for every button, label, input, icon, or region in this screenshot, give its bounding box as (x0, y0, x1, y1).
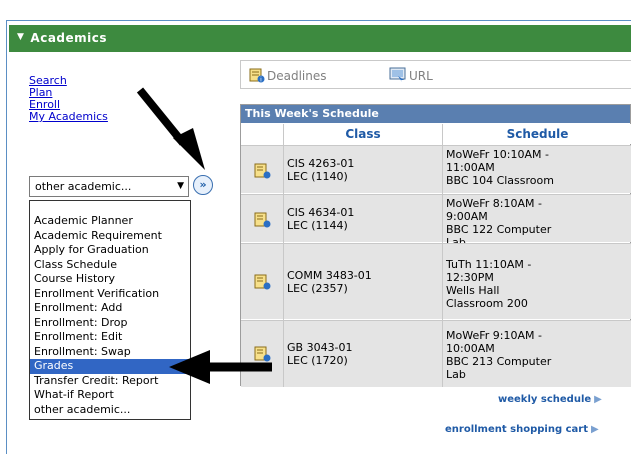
option-enrollment-verification[interactable]: Enrollment Verification (30, 287, 190, 302)
select-value: other academic... (35, 180, 132, 193)
deadlines-icon: i (249, 67, 265, 86)
class-section: LEC (2357) (287, 281, 348, 295)
class-cell: COMM 3483-01 LEC (2357) (284, 244, 442, 319)
schedule-location: BBC 104 Classroom (446, 174, 554, 187)
class-details-icon (254, 346, 271, 362)
schedule-cell: MoWeFr 9:10AM - 10:00AM BBC 213 Computer… (443, 321, 631, 387)
schedule-end-time: 11:00AM (446, 161, 495, 174)
class-details-button[interactable] (241, 244, 283, 319)
table-row: CIS 4263-01 LEC (1140) MoWeFr 10:10AM - … (241, 145, 631, 193)
class-details-icon (254, 274, 271, 290)
other-academic-select[interactable]: other academic... ▼ (29, 176, 189, 197)
class-details-button[interactable] (241, 321, 283, 387)
class-details-icon (254, 212, 271, 228)
academic-links: Search Plan Enroll My Academics (29, 75, 108, 123)
my-academics-link[interactable]: My Academics (29, 111, 108, 123)
weekly-schedule-table: This Week's Schedule Class Schedule CIS … (240, 104, 631, 387)
option-other-academic[interactable]: other academic... (30, 403, 190, 418)
enrollment-shopping-cart-link[interactable]: enrollment shopping cart ▶ (445, 424, 599, 435)
schedule-days-time: MoWeFr 9:10AM - (446, 329, 542, 342)
option-enrollment-edit[interactable]: Enrollment: Edit (30, 330, 190, 345)
class-details-icon (254, 163, 271, 179)
option-class-schedule[interactable]: Class Schedule (30, 258, 190, 273)
class-code: CIS 4634-01 (287, 205, 355, 219)
enrollment-cart-label: enrollment shopping cart (445, 424, 588, 435)
url-icon (389, 67, 407, 86)
option-academic-planner[interactable]: Academic Planner (30, 214, 190, 229)
schedule-days-time: TuTh 11:10AM - (446, 258, 532, 271)
dropdown-arrow-icon[interactable]: ▼ (177, 177, 184, 196)
header-title: Academics (30, 31, 108, 45)
schedule-cell: MoWeFr 10:10AM - 11:00AM BBC 104 Classro… (443, 146, 631, 193)
schedule-location-2: Lab (446, 368, 466, 381)
column-divider (283, 124, 284, 387)
schedule-location-2: Classroom 200 (446, 297, 528, 310)
class-details-button[interactable] (241, 195, 283, 242)
class-section: LEC (1140) (287, 169, 348, 183)
option-apply-for-graduation[interactable]: Apply for Graduation (30, 243, 190, 258)
go-button[interactable]: » (193, 175, 213, 195)
url-label: URL (409, 69, 433, 83)
schedule-end-time: 10:00AM (446, 342, 495, 355)
schedule-days-time: MoWeFr 10:10AM - (446, 148, 549, 161)
class-details-button[interactable] (241, 146, 283, 193)
option-enrollment-swap[interactable]: Enrollment: Swap (30, 345, 190, 360)
academic-options-list[interactable]: Academic Planner Academic Requirement Ap… (29, 200, 191, 420)
option-enrollment-add[interactable]: Enrollment: Add (30, 301, 190, 316)
schedule-cell: TuTh 11:10AM - 12:30PM Wells Hall Classr… (443, 244, 631, 319)
class-code: COMM 3483-01 (287, 268, 372, 282)
collapse-triangle-icon[interactable]: ▼ (17, 32, 24, 42)
deadlines-button[interactable]: i Deadlines (249, 67, 327, 86)
schedule-location: Wells Hall (446, 284, 500, 297)
schedule-end-time: 9:00AM (446, 210, 488, 223)
table-row: GB 3043-01 LEC (1720) MoWeFr 9:10AM - 10… (241, 320, 631, 387)
class-code: GB 3043-01 (287, 341, 353, 354)
table-row: CIS 4634-01 LEC (1144) MoWeFr 8:10AM - 9… (241, 194, 631, 249)
option-grades[interactable]: Grades (30, 359, 190, 374)
schedule-cell: MoWeFr 8:10AM - 9:00AM BBC 122 Computer … (443, 195, 631, 249)
double-chevron-right-icon: » (199, 178, 207, 191)
toolbar: i Deadlines URL (240, 60, 631, 89)
academics-header[interactable]: ▼ Academics (9, 25, 631, 52)
option-academic-requirement[interactable]: Academic Requirement (30, 229, 190, 244)
schedule-location: BBC 122 Computer (446, 223, 552, 236)
deadlines-label: Deadlines (267, 69, 327, 83)
class-cell: CIS 4263-01 LEC (1140) (284, 146, 442, 193)
weekly-schedule-link[interactable]: weekly schedule ▶ (498, 394, 602, 405)
url-button[interactable]: URL (389, 67, 433, 86)
weekly-schedule-label: weekly schedule (498, 394, 592, 405)
play-arrow-icon: ▶ (594, 394, 602, 405)
class-code: CIS 4263-01 (287, 156, 355, 170)
option-enrollment-drop[interactable]: Enrollment: Drop (30, 316, 190, 331)
play-arrow-icon: ▶ (590, 424, 599, 435)
option-course-history[interactable]: Course History (30, 272, 190, 287)
schedule-end-time: 12:30PM (446, 271, 494, 284)
class-column-header: Class (284, 124, 442, 144)
schedule-days-time: MoWeFr 8:10AM - (446, 197, 542, 210)
option-transfer-credit-report[interactable]: Transfer Credit: Report (30, 374, 190, 389)
schedule-column-header: Schedule (443, 124, 631, 144)
column-divider (442, 124, 443, 387)
class-section: LEC (1144) (287, 218, 348, 232)
table-row: COMM 3483-01 LEC (2357) TuTh 11:10AM - 1… (241, 243, 631, 319)
option-what-if-report[interactable]: What-if Report (30, 388, 190, 403)
class-section: LEC (1720) (287, 354, 348, 367)
class-cell: CIS 4634-01 LEC (1144) (284, 195, 442, 242)
class-cell: GB 3043-01 LEC (1720) (284, 321, 442, 387)
schedule-title: This Week's Schedule (241, 105, 630, 123)
schedule-location: BBC 213 Computer (446, 355, 552, 368)
